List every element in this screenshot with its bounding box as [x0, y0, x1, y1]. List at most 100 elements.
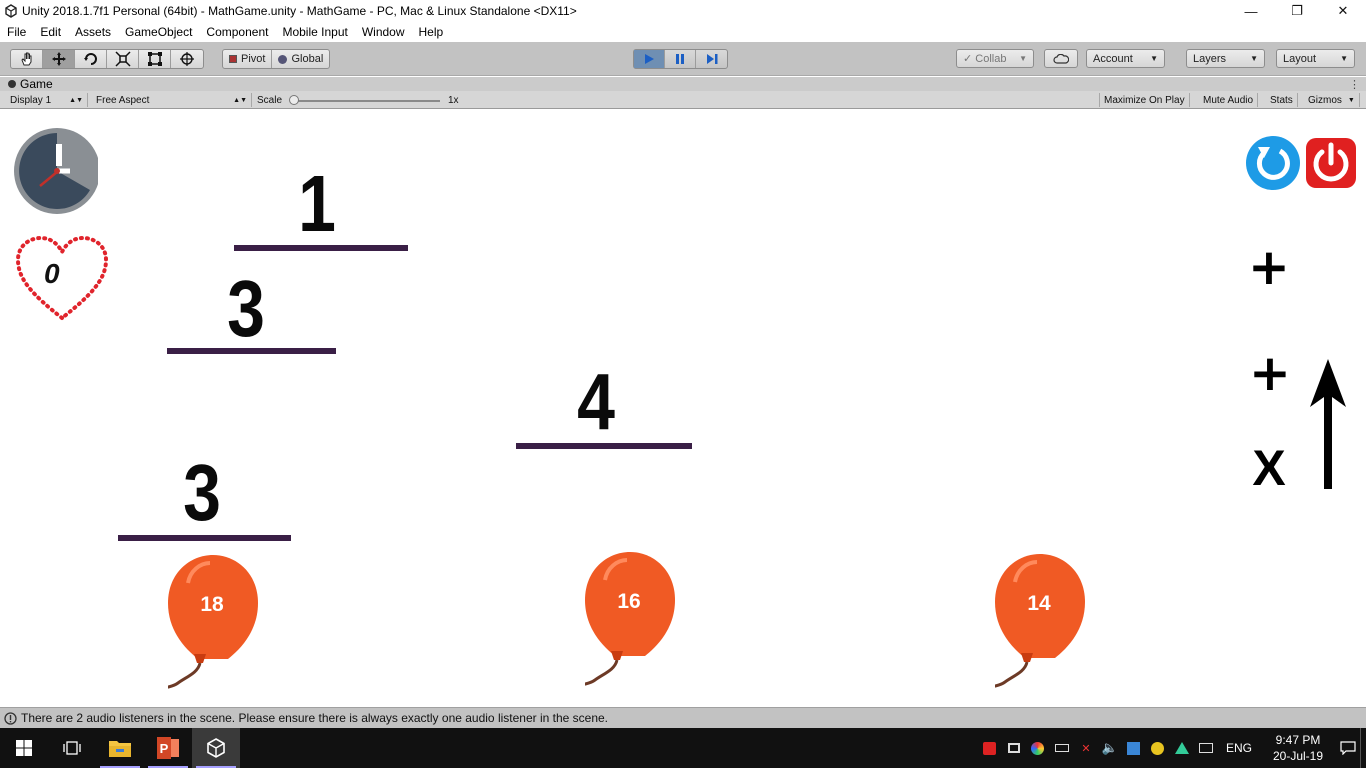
- menu-component[interactable]: Component: [199, 25, 275, 39]
- balloon-answer[interactable]: 16: [579, 550, 685, 691]
- account-dropdown[interactable]: Account ▼: [1086, 49, 1165, 68]
- operator-symbol: +: [1249, 344, 1291, 402]
- tray-volume-icon[interactable]: 🔈: [1098, 728, 1122, 768]
- toolbar: Pivot Global ✓ Collab ▼ Account ▼ Layers…: [0, 42, 1366, 76]
- operator-symbol: X: [1252, 440, 1286, 496]
- power-button[interactable]: [1305, 137, 1357, 189]
- tray-battery-icon[interactable]: [1050, 728, 1074, 768]
- balloon-icon: [579, 552, 675, 691]
- window-title: Unity 2018.1.7f1 Personal (64bit) - Math…: [22, 4, 577, 18]
- rotate-tool-icon[interactable]: [75, 50, 107, 68]
- layers-dropdown[interactable]: Layers ▼: [1186, 49, 1265, 68]
- balloon-answer[interactable]: 14: [989, 552, 1095, 693]
- menu-file[interactable]: File: [0, 25, 33, 39]
- tray-network-share-icon[interactable]: [1002, 728, 1026, 768]
- pivot-toggle[interactable]: Pivot: [223, 50, 273, 68]
- display-dropdown[interactable]: Display 1 ▲▼: [6, 93, 88, 107]
- tray-network-icon[interactable]: ✕: [1074, 728, 1098, 768]
- info-icon: [4, 711, 17, 725]
- menu-gameobject[interactable]: GameObject: [118, 25, 199, 39]
- falling-number: 1: [298, 159, 336, 248]
- chevron-down-icon: ▼: [1250, 54, 1258, 63]
- chevron-down-icon: ▼: [1340, 54, 1348, 63]
- tray-disc-icon[interactable]: [1146, 728, 1170, 768]
- panel-menu-icon[interactable]: ⋮: [1349, 78, 1360, 91]
- chevron-down-icon: ▼: [1019, 54, 1027, 63]
- tray-keyboard-icon[interactable]: [1194, 728, 1218, 768]
- menu-edit[interactable]: Edit: [33, 25, 68, 39]
- account-label: Account: [1093, 52, 1133, 65]
- task-view-button[interactable]: [48, 728, 96, 768]
- start-button[interactable]: [0, 728, 48, 768]
- tab-game[interactable]: Game: [8, 77, 53, 91]
- tray-color-icon[interactable]: [1026, 728, 1050, 768]
- scale-slider-track[interactable]: [290, 100, 440, 102]
- tray-language-bar-icon[interactable]: [1122, 728, 1146, 768]
- layout-dropdown[interactable]: Layout ▼: [1276, 49, 1355, 68]
- powerpoint-icon: P: [157, 737, 179, 759]
- tray-app-icon[interactable]: [978, 728, 1002, 768]
- pause-icon: [676, 54, 684, 64]
- aspect-dropdown[interactable]: Free Aspect ▲▼: [92, 93, 252, 107]
- layers-label: Layers: [1193, 52, 1227, 65]
- number-underline: [167, 348, 336, 354]
- display-label: Display 1: [10, 94, 52, 106]
- step-icon: [706, 54, 717, 64]
- rect-tool-icon[interactable]: [139, 50, 171, 68]
- move-tool-icon[interactable]: [43, 50, 75, 68]
- folder-icon: [109, 741, 131, 757]
- notification-icon[interactable]: [1336, 728, 1360, 768]
- scale-slider-handle[interactable]: [289, 95, 299, 105]
- stats-toggle[interactable]: Stats: [1266, 93, 1298, 107]
- menu-mobile-input[interactable]: Mobile Input: [275, 25, 354, 39]
- pivot-label: Pivot: [241, 53, 266, 65]
- transform-tool-icon[interactable]: [171, 50, 203, 68]
- show-desktop-button[interactable]: [1360, 728, 1366, 768]
- maximize-button[interactable]: ❐: [1274, 0, 1320, 22]
- close-button[interactable]: ✕: [1320, 0, 1366, 22]
- windows-taskbar: P ✕ 🔈 ENG 9:47 PM 20-Jul-19: [0, 728, 1366, 768]
- playback-controls: [633, 49, 728, 69]
- menu-assets[interactable]: Assets: [68, 25, 118, 39]
- pause-button[interactable]: [665, 50, 696, 68]
- task-view-icon: [63, 741, 81, 755]
- taskbar-powerpoint[interactable]: P: [144, 728, 192, 768]
- gizmos-dropdown[interactable]: Gizmos ▼: [1304, 93, 1360, 107]
- global-label: Global: [291, 53, 324, 65]
- global-toggle[interactable]: Global: [272, 50, 329, 68]
- aspect-label: Free Aspect: [96, 94, 150, 106]
- hand-tool-icon[interactable]: [11, 50, 43, 68]
- play-button[interactable]: [634, 50, 665, 68]
- mute-audio-toggle[interactable]: Mute Audio: [1199, 93, 1259, 107]
- balloon-answer[interactable]: 18: [162, 553, 268, 694]
- clock[interactable]: 9:47 PM 20-Jul-19: [1260, 732, 1336, 764]
- step-button[interactable]: [696, 50, 727, 68]
- tray-drive-icon[interactable]: [1170, 728, 1194, 768]
- input-language[interactable]: ENG: [1218, 741, 1260, 755]
- taskbar-unity[interactable]: [192, 728, 240, 768]
- falling-number: 3: [227, 264, 265, 353]
- cloud-button[interactable]: [1044, 49, 1078, 68]
- menu-help[interactable]: Help: [412, 25, 451, 39]
- maximize-on-play-toggle[interactable]: Maximize On Play: [1099, 93, 1190, 107]
- svg-text:P: P: [160, 741, 169, 756]
- console-status-bar[interactable]: There are 2 audio listeners in the scene…: [0, 707, 1366, 728]
- chevron-down-icon: ▼: [1347, 96, 1355, 104]
- taskbar-file-explorer[interactable]: [96, 728, 144, 768]
- lives-counter: 0: [44, 258, 60, 289]
- collab-dropdown[interactable]: ✓ Collab ▼: [956, 49, 1034, 68]
- scale-tool-icon[interactable]: [107, 50, 139, 68]
- clock-date: 20-Jul-19: [1272, 749, 1324, 763]
- system-tray: ✕ 🔈 ENG 9:47 PM 20-Jul-19: [978, 728, 1366, 768]
- chevron-down-icon: ▲▼: [233, 96, 247, 104]
- menu-window[interactable]: Window: [355, 25, 412, 39]
- tab-game-label: Game: [20, 77, 53, 91]
- restart-button[interactable]: [1245, 136, 1302, 190]
- globe-icon: [278, 54, 288, 64]
- menu-bar: File Edit Assets GameObject Component Mo…: [0, 22, 1366, 42]
- pivot-icon: [229, 55, 237, 63]
- falling-number: 4: [577, 357, 615, 446]
- number-underline: [516, 443, 692, 449]
- minimize-button[interactable]: —: [1228, 0, 1274, 22]
- balloon-value: 16: [617, 590, 641, 613]
